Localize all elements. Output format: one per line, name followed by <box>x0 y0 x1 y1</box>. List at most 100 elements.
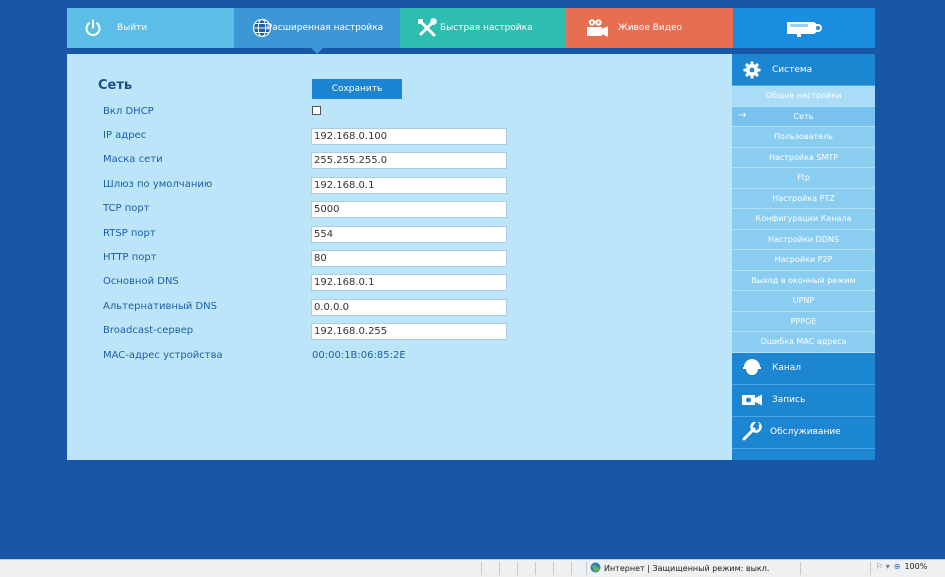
camera-logo-tab[interactable] <box>733 8 875 48</box>
sidebar-item-upnp[interactable]: UPNP <box>732 291 875 312</box>
sidebar-item-network[interactable]: → Сеть <box>732 106 875 127</box>
http-input[interactable] <box>311 250 507 267</box>
sidebar-item-label: Настройка SMTP <box>768 152 839 162</box>
sidebar-item-label: Насройки P2P <box>774 255 833 265</box>
sidebar-item-label: UPNP <box>792 296 815 306</box>
status-divider <box>535 562 536 575</box>
sidebar-item-general[interactable]: Общие настройки <box>732 86 875 107</box>
gateway-input[interactable] <box>311 177 507 194</box>
top-nav: Выйти Расширенная настройка Быстрая наст… <box>67 8 875 54</box>
status-divider <box>800 562 801 575</box>
dhcp-checkbox[interactable] <box>312 106 321 115</box>
zoom-level[interactable]: 100% <box>904 562 927 571</box>
wrench-icon <box>732 422 770 442</box>
mac-value: 00:00:1B:06:85:2E <box>312 350 406 361</box>
http-label: HTTP порт <box>103 252 157 263</box>
page-title: Сеть <box>98 78 133 93</box>
sidebar-item-label: Конфигурации Канала <box>755 214 852 224</box>
status-divider <box>553 562 554 575</box>
mask-input[interactable] <box>311 152 507 169</box>
gateway-label: Шлюз по умолчанию <box>103 179 213 190</box>
tab-live-video[interactable]: Живое Видео <box>566 8 733 48</box>
sidebar-item-mac-error[interactable]: Ошибка MAC адреса <box>732 332 875 353</box>
sidebar-item-user[interactable]: Пользователь <box>732 127 875 148</box>
row-broadcast: Broadcast-сервер <box>67 323 732 341</box>
sidebar-item-label: Сеть <box>793 111 814 121</box>
row-ip: IP адрес <box>67 128 732 146</box>
tab-quick-label: Быстрая настройка <box>440 23 533 33</box>
broadcast-input[interactable] <box>311 323 507 340</box>
ip-input[interactable] <box>311 128 507 145</box>
sidebar-item-channel-config[interactable]: Конфигурации Канала <box>732 209 875 230</box>
settings-sidebar: Система Общие настройки → Сеть Пользовате… <box>732 54 875 460</box>
gear-icon <box>732 61 772 79</box>
sidebar-item-ftp[interactable]: Ftp <box>732 168 875 189</box>
status-divider <box>870 562 871 575</box>
power-icon <box>83 18 103 38</box>
network-settings-panel: Сеть Сохранить Вкл DHCP IP адрес Маска с… <box>67 54 732 460</box>
row-http: HTTP порт <box>67 250 732 268</box>
sidebar-section-channel[interactable]: Канал <box>732 352 875 385</box>
row-dns2: Альтернативный DNS <box>67 299 732 317</box>
dns1-label: Основной DNS <box>103 276 179 287</box>
sidebar-item-pppoe[interactable]: PPPOE <box>732 311 875 332</box>
sidebar-item-p2p[interactable]: Насройки P2P <box>732 250 875 271</box>
mac-label: MAC-адрес устройства <box>103 350 223 361</box>
row-mac: MAC-адрес устройства 00:00:1B:06:85:2E <box>67 348 732 366</box>
rtsp-label: RTSP порт <box>103 228 156 239</box>
sidebar-item-label: Пользователь <box>774 132 833 142</box>
dns2-label: Альтернативный DNS <box>103 301 217 312</box>
internet-globe-icon <box>590 562 601 575</box>
tcp-label: TCP порт <box>103 203 150 214</box>
rtsp-input[interactable] <box>311 226 507 243</box>
protected-mode-icon[interactable]: ⚐ ▾ <box>876 562 890 571</box>
dhcp-label: Вкл DHCP <box>103 106 154 117</box>
bullet-camera-icon <box>782 18 826 38</box>
status-divider <box>586 562 587 575</box>
mask-label: Маска сети <box>103 154 163 165</box>
ip-label: IP адрес <box>103 130 147 141</box>
row-tcp: TCP порт <box>67 201 732 219</box>
sidebar-section-system-label: Система <box>772 64 813 75</box>
sidebar-section-system[interactable]: Система <box>732 54 875 86</box>
sidebar-item-label: Ftp <box>797 173 810 183</box>
tcp-input[interactable] <box>311 201 507 218</box>
sidebar-section-channel-label: Канал <box>772 363 802 373</box>
tab-advanced-label: Расширенная настройка <box>266 23 384 33</box>
status-divider <box>571 562 572 575</box>
sidebar-item-label: Настройка PTZ <box>772 193 835 203</box>
tab-logout[interactable]: Выйти <box>67 8 234 48</box>
status-divider <box>481 562 482 575</box>
save-button[interactable]: Сохранить <box>312 79 402 99</box>
sidebar-item-label: Настройки DDNS <box>767 234 840 244</box>
sidebar-section-record-label: Запись <box>772 395 806 405</box>
status-right-controls: ⚐ ▾ ⊕ 100% <box>876 562 927 571</box>
tools-icon <box>416 18 438 38</box>
dns2-input[interactable] <box>311 299 507 316</box>
status-divider <box>517 562 518 575</box>
sidebar-section-record[interactable]: Запись <box>732 384 875 417</box>
sidebar-section-maintenance-label: Обслуживание <box>770 427 841 437</box>
arrow-right-icon: → <box>738 109 747 121</box>
dome-camera-icon <box>732 359 772 377</box>
broadcast-label: Broadcast-сервер <box>103 325 194 336</box>
sidebar-item-window-mode[interactable]: Выход в оконный режим <box>732 270 875 291</box>
sidebar-item-ptz[interactable]: Настройка PTZ <box>732 188 875 209</box>
zoom-icon[interactable]: ⊕ <box>894 562 901 571</box>
tab-quick-settings[interactable]: Быстрая настройка <box>400 8 566 48</box>
sidebar-item-smtp[interactable]: Настройка SMTP <box>732 147 875 168</box>
row-dhcp: Вкл DHCP <box>67 104 732 122</box>
sidebar-section-maintenance[interactable]: Обслуживание <box>732 416 875 449</box>
sidebar-item-label: Общие настройки <box>765 91 842 101</box>
row-dns1: Основной DNS <box>67 274 732 292</box>
video-camera-icon <box>584 18 610 38</box>
security-zone[interactable]: Интернет | Защищенный режим: выкл. <box>590 562 769 575</box>
tab-advanced-settings[interactable]: Расширенная настройка <box>234 8 400 54</box>
sidebar-item-label: PPPOE <box>790 316 817 326</box>
sidebar-item-ddns[interactable]: Настройки DDNS <box>732 229 875 250</box>
tab-logout-label: Выйти <box>117 23 148 33</box>
sidebar-item-label: Выход в оконный режим <box>751 275 856 285</box>
dns1-input[interactable] <box>311 274 507 291</box>
row-mask: Маска сети <box>67 152 732 170</box>
browser-status-bar: Интернет | Защищенный режим: выкл. ⚐ ▾ ⊕… <box>0 559 945 577</box>
